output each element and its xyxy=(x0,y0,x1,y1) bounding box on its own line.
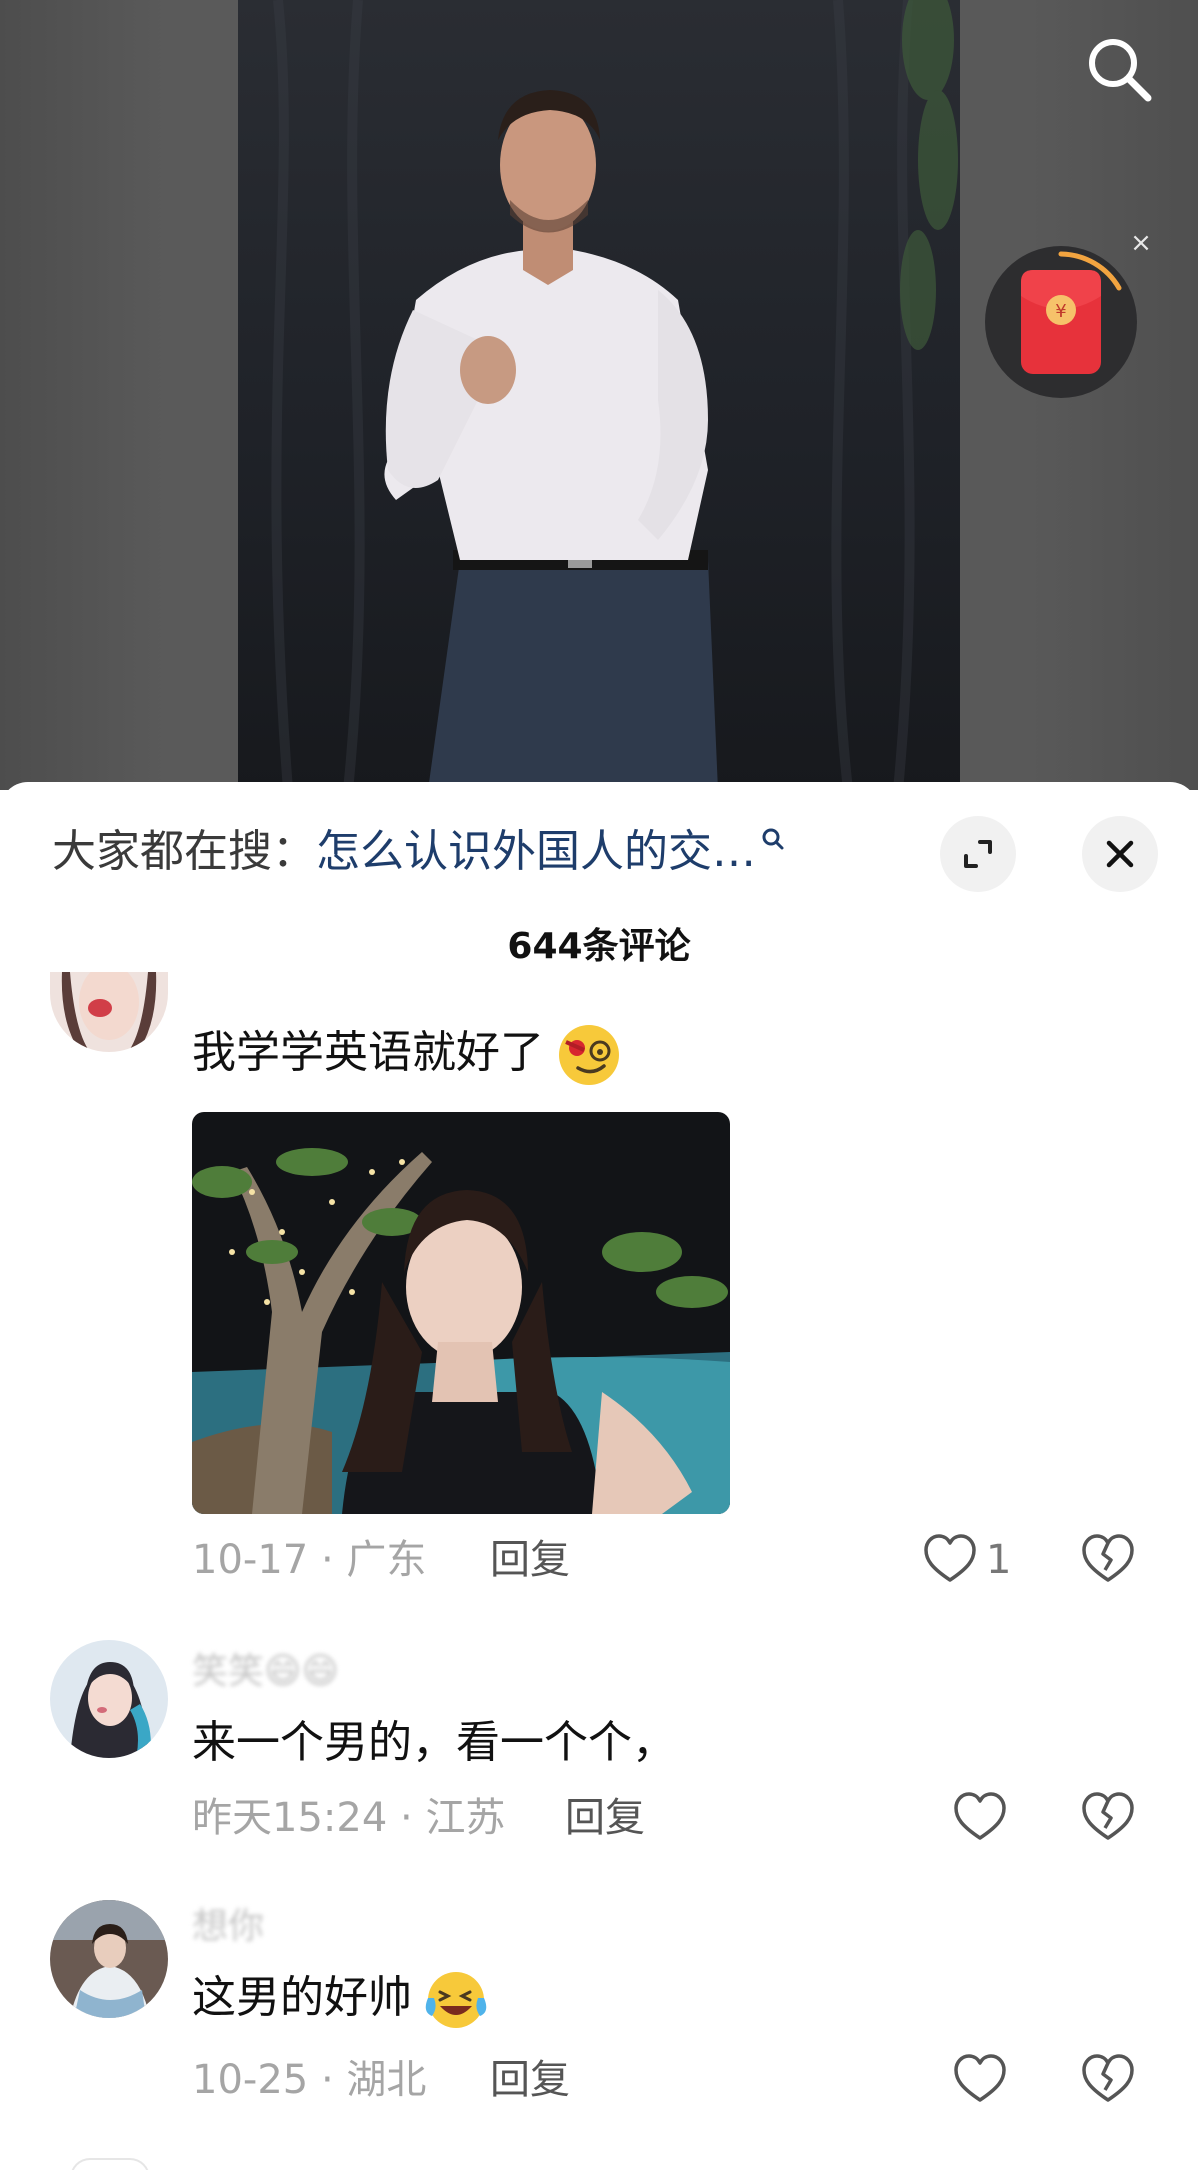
like-icon[interactable] xyxy=(920,1530,980,1590)
comment-date: 10-17 xyxy=(192,1537,309,1583)
video-frame[interactable] xyxy=(238,0,960,790)
search-suggestion-prefix: 大家都在搜： xyxy=(52,826,316,877)
like-icon[interactable] xyxy=(950,2050,1010,2110)
dislike-icon[interactable] xyxy=(1078,2050,1138,2110)
comment-count: 644条评论 xyxy=(507,926,691,967)
red-packet-close-button[interactable]: × xyxy=(1128,230,1154,256)
close-panel-button[interactable] xyxy=(1082,816,1158,892)
comment-text: 我学学英语就好了 xyxy=(192,1022,622,1088)
search-suggestion[interactable]: 大家都在搜：怎么认识外国人的交… xyxy=(52,822,852,882)
reply-button[interactable]: 回复 xyxy=(490,1532,570,1588)
comment-text-content: 我学学英语就好了 xyxy=(192,1027,544,1078)
reply-button[interactable]: 回复 xyxy=(490,2052,570,2108)
avatar[interactable] xyxy=(50,972,168,1052)
search-button[interactable] xyxy=(1080,30,1160,110)
red-packet-icon: ¥ xyxy=(1021,251,1122,374)
search-icon xyxy=(1089,39,1152,102)
like-icon[interactable] xyxy=(950,1788,1010,1848)
currency-symbol: ¥ xyxy=(1055,301,1066,322)
search-suggestion-query[interactable]: 怎么认识外国人的交… xyxy=(316,826,756,877)
avatar[interactable] xyxy=(50,1640,168,1758)
dislike-icon[interactable] xyxy=(1078,1788,1138,1848)
mini-search-icon xyxy=(762,828,784,850)
video-still-image xyxy=(271,0,958,790)
comment-panel: 大家都在搜：怎么认识外国人的交… 644条评论 我学学英语就好了 xyxy=(0,782,1198,2170)
expand-button[interactable] xyxy=(940,816,1016,892)
dislike-icon[interactable] xyxy=(1078,1530,1138,1590)
comment-location: 广东 xyxy=(346,1537,427,1583)
avatar[interactable] xyxy=(50,1900,168,2018)
cool-face-emoji xyxy=(559,1025,619,1085)
comment-image[interactable] xyxy=(192,1112,730,1514)
close-icon xyxy=(1106,840,1134,868)
expand-icon xyxy=(964,840,992,868)
video-player[interactable]: ¥ × xyxy=(0,0,1198,790)
reply-button[interactable]: 回复 xyxy=(565,1790,645,1846)
comment-meta: 10-17 · 广东 xyxy=(192,1537,427,1583)
like-count: 1 xyxy=(986,1537,1012,1583)
red-packet-button[interactable]: ¥ xyxy=(985,246,1137,398)
